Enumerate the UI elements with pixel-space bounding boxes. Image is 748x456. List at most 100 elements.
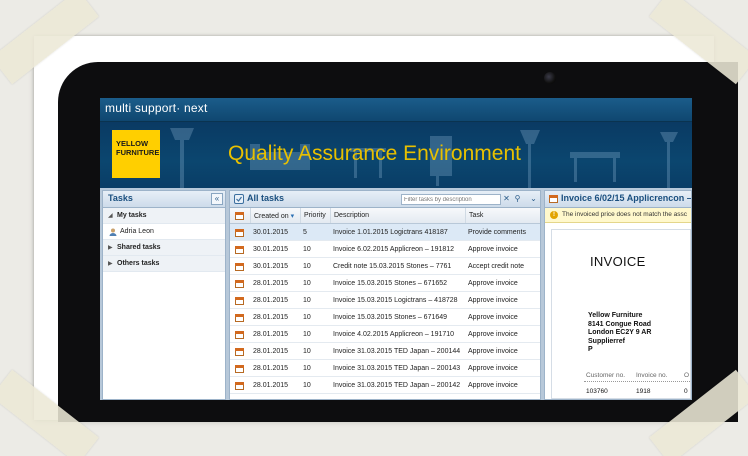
app-name: multi support· next: [105, 101, 208, 115]
address-line: Supplierref: [588, 337, 625, 345]
table-row[interactable]: 28.01.2015 10 Invoice 31.03.2015 TED Japan…: [230, 360, 540, 377]
tree-item-user[interactable]: Adria Leon: [103, 224, 225, 240]
cell-created-on: 28.01.2015: [253, 331, 289, 338]
calendar-icon: [235, 263, 244, 271]
cell-task: Approve invoice: [468, 280, 518, 287]
column-header-task[interactable]: Task: [465, 208, 540, 223]
tasks-pane-title: Tasks: [108, 193, 133, 203]
cell-description: Invoice 15.03.2015 Logictrans – 418728: [333, 297, 458, 304]
cell-description: Invoice 15.03.2015 Stones – 671652: [333, 280, 448, 287]
panes-area: Tasks « ◢ My tasks Adria Leon ▶ Shared t…: [100, 188, 692, 400]
cell-task: Approve invoice: [468, 246, 518, 253]
address-line: Yellow Furniture: [588, 312, 643, 319]
cell-created-on: 28.01.2015: [253, 348, 289, 355]
meta-header-o: O: [684, 372, 690, 379]
warning-banner: ! The invoiced price does not match the …: [545, 208, 691, 223]
cell-priority: 10: [303, 297, 311, 304]
row-icon-cell: [230, 343, 250, 359]
collapsed-arrow-icon[interactable]: ▶: [108, 260, 113, 267]
cell-priority: 10: [303, 263, 311, 270]
sort-desc-icon[interactable]: ▾: [291, 213, 295, 220]
tree-group-my-tasks[interactable]: ◢ My tasks: [103, 208, 225, 224]
row-icon-cell: [230, 309, 250, 325]
tree-group-label: My tasks: [117, 212, 147, 219]
calendar-icon: [549, 195, 558, 203]
invoice-pane-title: Invoice 6/02/15 Applicrencon – 1918: [561, 193, 692, 203]
address-line: London EC2Y 9 AR: [588, 329, 652, 336]
table-row[interactable]: 28.01.2015 10 Invoice 15.03.2015 Stones – …: [230, 309, 540, 326]
table-row[interactable]: 28.01.2015 10 Invoice 31.03.2015 TED Japan…: [230, 377, 540, 394]
table-row[interactable]: 28.01.2015 10 Invoice 4.02.2015 Applicreon…: [230, 326, 540, 343]
tree-group-shared-tasks[interactable]: ▶ Shared tasks: [103, 240, 225, 256]
cell-description: Invoice 15.03.2015 Stones – 671649: [333, 314, 448, 321]
cell-task: Approve invoice: [468, 331, 518, 338]
cell-created-on: 28.01.2015: [253, 314, 289, 321]
cell-priority: 5: [303, 229, 307, 236]
clear-filter-icon[interactable]: ✕: [501, 194, 512, 205]
app-screen: multi support· next YELLOW FURNITURE Qua…: [100, 98, 692, 400]
cell-description: Credit note 15.03.2015 Stones – 7761: [333, 263, 452, 270]
row-icon-cell: [230, 241, 250, 257]
cell-description: Invoice 1.01.2015 Logictrans 418187: [333, 229, 448, 236]
invoice-pane: Invoice 6/02/15 Applicrencon – 1918 ! Th…: [544, 190, 692, 400]
double-chevron-down-icon[interactable]: ⌄: [528, 194, 539, 205]
column-header-created-on[interactable]: Created on ▾: [250, 208, 300, 223]
table-row[interactable]: 30.01.2015 10 Invoice 6.02.2015 Applicreon…: [230, 241, 540, 258]
column-header-priority[interactable]: Priority: [300, 208, 330, 223]
invoice-heading: INVOICE: [590, 254, 646, 269]
cell-task: Approve invoice: [468, 382, 518, 389]
collapsed-arrow-icon[interactable]: ▶: [108, 244, 113, 251]
table-row[interactable]: 28.01.2015 10 Invoice 15.03.2015 Stones – …: [230, 275, 540, 292]
table-row[interactable]: 28.01.2015 10 Invoice 15.03.2015 Logictran…: [230, 292, 540, 309]
table-row[interactable]: 30.01.2015 5 Invoice 1.01.2015 Logictrans …: [230, 224, 540, 241]
calendar-icon: [235, 382, 244, 390]
tree-item-label: Adria Leon: [120, 228, 154, 235]
cell-priority: 10: [303, 280, 311, 287]
cell-created-on: 28.01.2015: [253, 382, 289, 389]
search-icon[interactable]: ⚲: [512, 194, 523, 205]
column-header-description[interactable]: Description: [330, 208, 465, 223]
app-topbar: multi support· next: [100, 98, 692, 122]
all-tasks-title: All tasks: [247, 193, 285, 203]
meta-value-o: 0: [684, 388, 688, 395]
tree-group-others-tasks[interactable]: ▶ Others tasks: [103, 256, 225, 272]
task-filter-input[interactable]: [401, 194, 501, 205]
row-icon-cell: [230, 258, 250, 274]
warning-text: The invoiced price does not match the as…: [562, 211, 688, 218]
table-row[interactable]: 28.01.2015 10 Invoice 31.03.2015 TED Japan…: [230, 343, 540, 360]
calendar-icon: [235, 246, 244, 254]
cell-task: Approve invoice: [468, 314, 518, 321]
meta-value-customer-no: 103760: [586, 388, 608, 395]
cell-priority: 10: [303, 348, 311, 355]
cell-created-on: 28.01.2015: [253, 280, 289, 287]
meta-header-customer-no: Customer no.: [586, 372, 626, 379]
meta-header-invoice-no: Invoice no.: [636, 372, 668, 379]
tree-group-label: Shared tasks: [117, 244, 161, 251]
cell-priority: 10: [303, 365, 311, 372]
table-row[interactable]: 30.01.2015 10 Credit note 15.03.2015 Stone…: [230, 258, 540, 275]
environment-title: Quality Assurance Environment: [228, 142, 521, 165]
calendar-icon: [235, 365, 244, 373]
row-icon-cell: [230, 360, 250, 376]
calendar-icon: [235, 280, 244, 288]
invoice-pane-header: Invoice 6/02/15 Applicrencon – 1918: [545, 191, 691, 208]
tasks-pane: Tasks « ◢ My tasks Adria Leon ▶ Shared t…: [102, 190, 226, 400]
address-line: P: [588, 346, 593, 353]
cell-priority: 10: [303, 382, 311, 389]
cell-description: Invoice 6.02.2015 Applicreon – 191812: [333, 246, 455, 253]
calendar-icon: [235, 331, 244, 339]
all-tasks-pane: All tasks ✕ ⚲ ⌄ Created on ▾ Priority De…: [229, 190, 541, 400]
cell-created-on: 30.01.2015: [253, 229, 289, 236]
expanded-arrow-icon[interactable]: ◢: [108, 212, 113, 219]
meta-value-invoice-no: 1918: [636, 388, 651, 395]
grid-body: 30.01.2015 5 Invoice 1.01.2015 Logictrans …: [230, 224, 540, 394]
row-icon-cell: [230, 326, 250, 342]
banner: YELLOW FURNITURE Quality Assurance Envir…: [100, 122, 692, 188]
cell-description: Invoice 31.03.2015 TED Japan – 200142: [333, 382, 461, 389]
cell-created-on: 30.01.2015: [253, 246, 289, 253]
address-line: 8141 Congue Road: [588, 320, 652, 328]
tasks-pane-header: Tasks «: [103, 191, 225, 208]
double-chevron-left-icon[interactable]: «: [211, 193, 223, 205]
camera-icon: [544, 72, 556, 84]
warning-icon: !: [550, 211, 558, 219]
